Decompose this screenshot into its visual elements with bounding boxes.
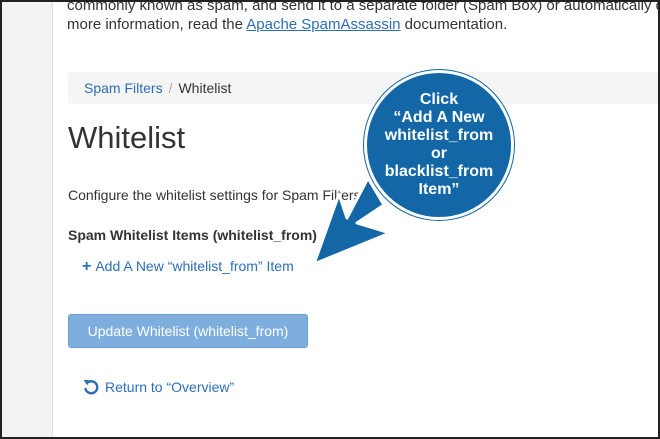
- whitelist-items-label: Spam Whitelist Items (whitelist_from): [68, 227, 317, 243]
- intro-line-1: commonly known as spam, and send it to a…: [67, 0, 660, 14]
- breadcrumb: Spam Filters / Whitelist: [68, 72, 658, 104]
- callout-arrow: [312, 176, 392, 266]
- add-whitelist-item-link[interactable]: + Add A New “whitelist_from” Item: [82, 258, 294, 276]
- page-description: Configure the whitelist settings for Spa…: [68, 187, 361, 203]
- spamassassin-link[interactable]: Apache SpamAssassin: [246, 16, 400, 33]
- breadcrumb-spam-filters[interactable]: Spam Filters: [84, 80, 163, 96]
- intro-text: commonly known as spam, and send it to a…: [67, 0, 660, 34]
- update-whitelist-button[interactable]: Update Whitelist (whitelist_from): [68, 314, 308, 348]
- intro-line-2-prefix: more information, read the: [67, 16, 247, 33]
- breadcrumb-current: Whitelist: [178, 80, 232, 96]
- add-whitelist-item-label: Add A New “whitelist_from” Item: [95, 258, 294, 274]
- intro-line-2: more information, read the Apache SpamAs…: [67, 15, 658, 34]
- page-title: Whitelist: [68, 120, 186, 155]
- return-to-overview-link[interactable]: Return to “Overview”: [82, 378, 234, 396]
- callout-text: Click “Add A New whitelist_from or black…: [384, 91, 494, 198]
- sidebar-strip: [2, 2, 53, 437]
- plus-icon: +: [82, 258, 92, 275]
- breadcrumb-separator: /: [168, 80, 173, 96]
- intro-line-2-suffix: documentation.: [400, 16, 508, 33]
- return-to-overview-label: Return to “Overview”: [105, 379, 235, 395]
- undo-arrow-icon: [83, 380, 99, 395]
- instruction-callout: Click “Add A New whitelist_from or black…: [364, 70, 514, 220]
- app-frame: commonly known as spam, and send it to a…: [0, 0, 660, 439]
